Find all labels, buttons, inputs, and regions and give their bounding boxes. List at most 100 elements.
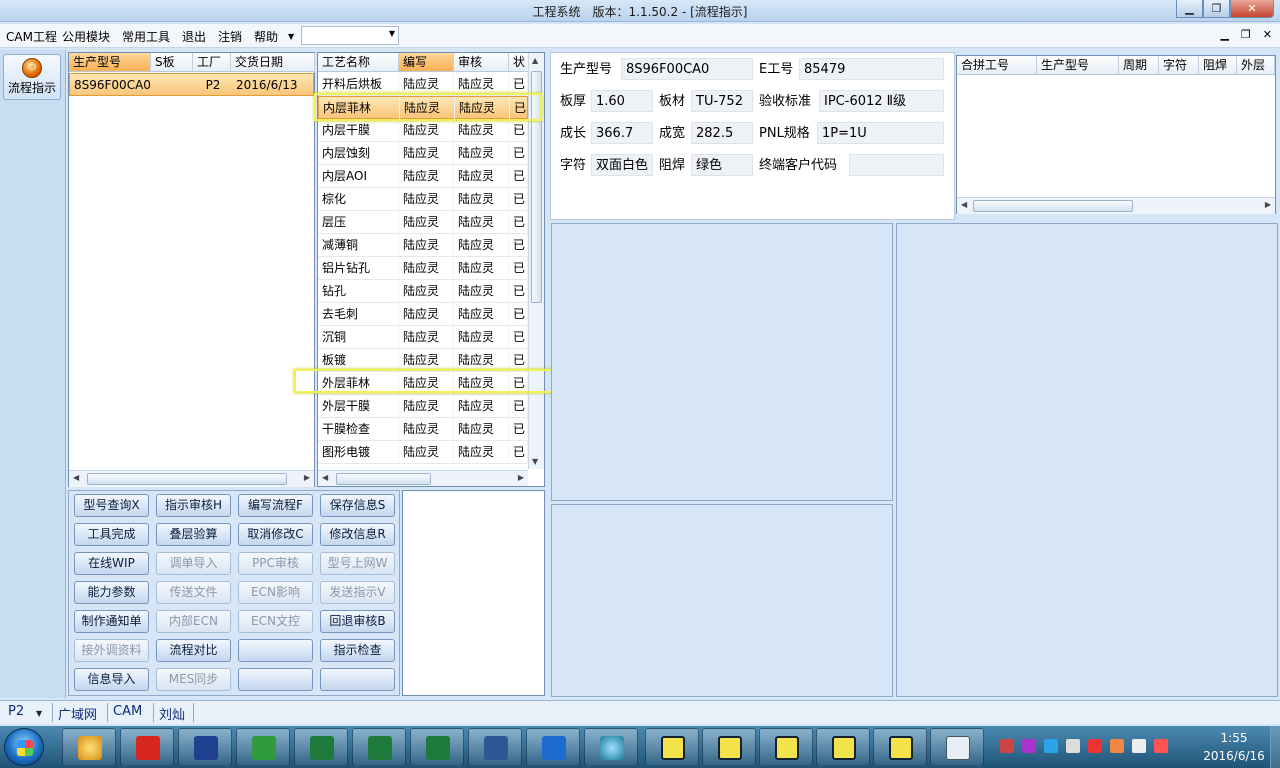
taskbar-app-3[interactable] <box>178 728 232 766</box>
instruction-review-button[interactable]: 指示审核H <box>156 494 231 517</box>
internal-ecn-button[interactable]: 内部ECN <box>156 610 231 633</box>
table-row[interactable]: 8S96F00CA0 P2 2016/6/13 <box>69 73 314 96</box>
clock-time[interactable]: 1:55 <box>1204 731 1264 745</box>
info-import-button[interactable]: 信息导入 <box>74 668 149 691</box>
col-merge-model[interactable]: 生产型号 <box>1037 56 1119 75</box>
scroll-down-icon[interactable]: ▼ <box>532 457 538 466</box>
taskbar-window-2[interactable] <box>702 728 756 766</box>
maximize-button[interactable]: ❐ <box>1203 0 1230 18</box>
blank-button-1[interactable] <box>238 639 313 662</box>
tray-x-icon[interactable] <box>1022 739 1036 753</box>
col-character[interactable]: 字符 <box>1159 56 1199 75</box>
col-process-name[interactable]: 工艺名称 <box>318 53 399 72</box>
receive-external-data-button[interactable]: 接外调资料 <box>74 639 149 662</box>
table-row[interactable]: 内层干膜 陆应灵 陆应灵已 <box>318 119 528 142</box>
col-delivery-date[interactable]: 交货日期 <box>231 53 315 72</box>
taskbar-window-5[interactable] <box>873 728 927 766</box>
scroll-thumb[interactable] <box>336 473 431 485</box>
taskbar-word[interactable] <box>468 728 522 766</box>
mdi-minimize-icon[interactable]: ▁ <box>1220 28 1228 41</box>
table-row[interactable]: 沉铜 陆应灵 陆应灵已 <box>318 326 528 349</box>
scroll-right-icon[interactable]: ▶ <box>518 473 524 482</box>
model-list-hscrollbar[interactable]: ◀ ▶ <box>69 470 314 487</box>
process-hscrollbar[interactable]: ◀ ▶ <box>318 470 528 486</box>
ecn-doc-control-button[interactable]: ECN文控 <box>238 610 313 633</box>
tray-flag-icon[interactable] <box>1110 739 1124 753</box>
merge-hscrollbar[interactable]: ◀ ▶ <box>957 197 1275 214</box>
menu-cam[interactable]: CAM工程 <box>6 28 57 45</box>
col-writer[interactable]: 编写 <box>399 53 454 72</box>
col-s-board[interactable]: S板 <box>151 53 193 72</box>
close-button[interactable]: ✕ <box>1230 0 1274 18</box>
col-merge-no[interactable]: 合拼工号 <box>957 56 1037 75</box>
start-button[interactable] <box>4 728 44 766</box>
table-row[interactable]: 干膜检查 陆应灵 陆应灵已 <box>318 418 528 441</box>
factory-dropdown-icon[interactable]: ▼ <box>36 709 42 718</box>
menu-tools[interactable]: 常用工具 <box>122 28 170 45</box>
taskbar-excel-1[interactable] <box>294 728 348 766</box>
send-instruction-button[interactable]: 发送指示V <box>320 581 395 604</box>
ecn-impact-button[interactable]: ECN影响 <box>238 581 313 604</box>
edit-info-button[interactable]: 修改信息R <box>320 523 395 546</box>
flow-instruction-button[interactable]: ⏻ 流程指示 <box>3 54 61 100</box>
col-outer[interactable]: 外层 <box>1237 56 1275 75</box>
menu-common-module[interactable]: 公用模块 <box>62 28 110 45</box>
col-factory[interactable]: 工厂 <box>193 53 231 72</box>
tray-alert-icon[interactable] <box>1154 739 1168 753</box>
taskbar-app-1[interactable] <box>62 728 116 766</box>
taskbar-window-1[interactable] <box>645 728 699 766</box>
taskbar-app-4[interactable] <box>236 728 290 766</box>
scroll-right-icon[interactable]: ▶ <box>1265 200 1271 209</box>
menu-logout[interactable]: 注销 <box>218 28 242 45</box>
ppc-review-button[interactable]: PPC审核 <box>238 552 313 575</box>
scroll-thumb[interactable] <box>87 473 287 485</box>
col-period[interactable]: 周期 <box>1119 56 1159 75</box>
import-order-button[interactable]: 调单导入 <box>156 552 231 575</box>
menu-exit[interactable]: 退出 <box>182 28 206 45</box>
scroll-left-icon[interactable]: ◀ <box>73 473 79 482</box>
clock-date[interactable]: 2016/6/16 <box>1196 749 1272 763</box>
cancel-edit-button[interactable]: 取消修改C <box>238 523 313 546</box>
taskbar-app-9[interactable] <box>526 728 580 766</box>
online-wip-button[interactable]: 在线WIP <box>74 552 149 575</box>
taskbar-app-10[interactable] <box>584 728 638 766</box>
table-row[interactable]: 去毛刺 陆应灵 陆应灵已 <box>318 303 528 326</box>
col-solder-mask[interactable]: 阻焊 <box>1199 56 1237 75</box>
table-row[interactable]: 减薄铜 陆应灵 陆应灵已 <box>318 234 528 257</box>
col-model[interactable]: 生产型号 <box>69 53 151 72</box>
stackup-check-button[interactable]: 叠层验算 <box>156 523 231 546</box>
table-row[interactable]: 图形电镀 陆应灵 陆应灵已 <box>318 441 528 464</box>
table-row[interactable]: 铝片钻孔 陆应灵 陆应灵已 <box>318 257 528 280</box>
table-row[interactable]: 棕化 陆应灵 陆应灵已 <box>318 188 528 211</box>
scroll-left-icon[interactable]: ◀ <box>961 200 967 209</box>
write-flow-button[interactable]: 编写流程F <box>238 494 313 517</box>
tray-security-icon[interactable] <box>1088 739 1102 753</box>
menu-combo-box[interactable]: ▼ <box>301 26 399 45</box>
flow-compare-button[interactable]: 流程对比 <box>156 639 231 662</box>
rollback-review-button[interactable]: 回退审核B <box>320 610 395 633</box>
model-online-button[interactable]: 型号上网W <box>320 552 395 575</box>
send-file-button[interactable]: 传送文件 <box>156 581 231 604</box>
scroll-thumb[interactable] <box>973 200 1133 212</box>
taskbar-app-2[interactable] <box>120 728 174 766</box>
tray-app-icon[interactable] <box>1000 739 1014 753</box>
help-dropdown-icon[interactable]: ▼ <box>288 32 294 41</box>
table-row[interactable]: 内层AOI 陆应灵 陆应灵已 <box>318 165 528 188</box>
volume-icon[interactable] <box>1132 739 1146 753</box>
capability-params-button[interactable]: 能力参数 <box>74 581 149 604</box>
instruction-check-button[interactable]: 指示检查 <box>320 639 395 662</box>
tray-network-icon[interactable] <box>1066 739 1080 753</box>
mes-sync-button[interactable]: MES同步 <box>156 668 231 691</box>
save-info-button[interactable]: 保存信息S <box>320 494 395 517</box>
table-row[interactable]: 钻孔 陆应灵 陆应灵已 <box>318 280 528 303</box>
taskbar-window-3[interactable] <box>759 728 813 766</box>
combo-arrow-icon[interactable]: ▼ <box>389 29 395 38</box>
col-reviewer[interactable]: 审核 <box>454 53 509 72</box>
table-row[interactable]: 外层干膜 陆应灵 陆应灵已 <box>318 395 528 418</box>
scroll-left-icon[interactable]: ◀ <box>322 473 328 482</box>
col-status[interactable]: 状 <box>509 53 529 72</box>
blank-button-2[interactable] <box>238 668 313 691</box>
taskbar-excel-3[interactable] <box>410 728 464 766</box>
tray-bird-icon[interactable] <box>1044 739 1058 753</box>
mdi-restore-icon[interactable]: ❐ <box>1241 28 1251 41</box>
